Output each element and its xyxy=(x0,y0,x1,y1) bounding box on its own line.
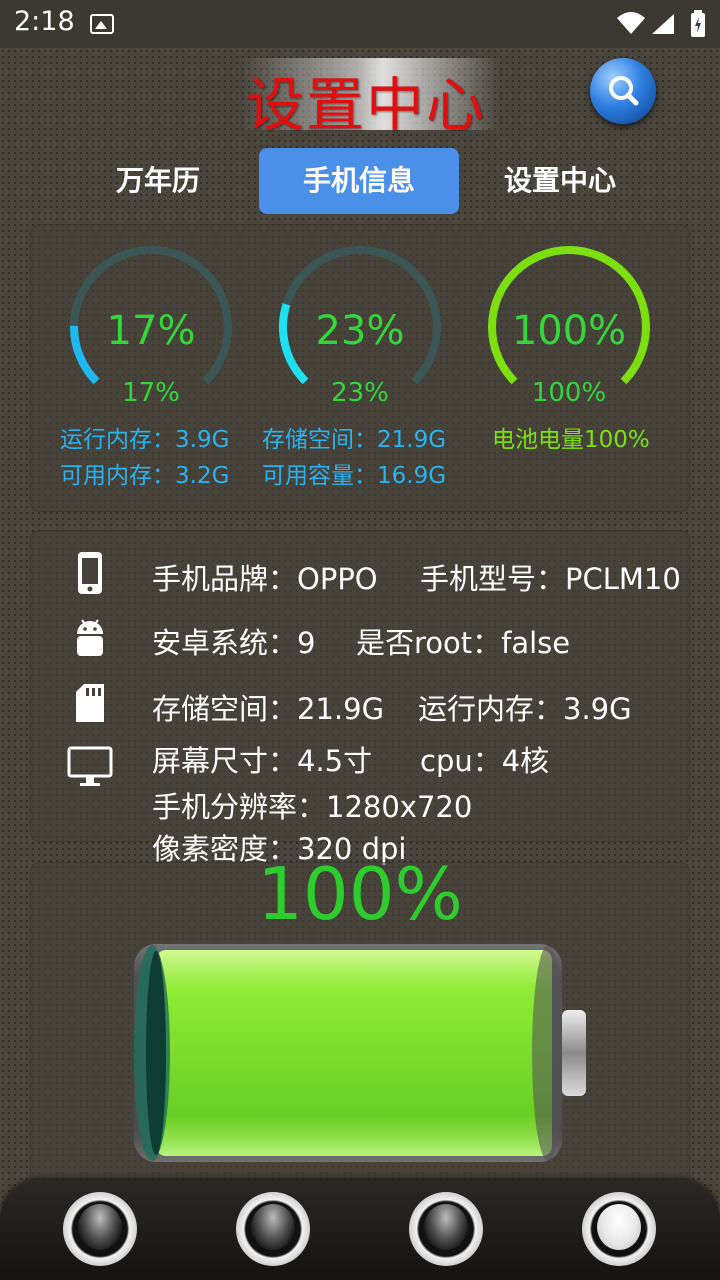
screen-size-text: 屏幕尺寸：4.5寸 xyxy=(152,744,373,778)
phone-icon xyxy=(78,552,102,594)
page-title: 设置中心 xyxy=(246,71,487,139)
storage-gauge-subpercent: 23% xyxy=(331,378,389,408)
root-status-text: 是否root：false xyxy=(356,626,571,660)
phone-brand-text: 手机品牌：OPPO xyxy=(152,562,378,596)
search-button[interactable] xyxy=(590,58,656,124)
storage-gauge-percent: 23% xyxy=(315,308,405,354)
cpu-cores-text: cpu：4核 xyxy=(420,744,550,778)
ram-total-text: 运行内存：3.9G xyxy=(60,427,230,453)
sd-card-icon xyxy=(76,684,104,722)
cell-signal-icon xyxy=(652,14,674,34)
battery-level-text: 电池电量100% xyxy=(492,427,650,453)
ram-gauge-subpercent: 17% xyxy=(122,378,180,408)
battery-gauge-subpercent: 100% xyxy=(531,378,607,408)
android-icon xyxy=(77,619,103,656)
search-icon xyxy=(609,76,639,106)
wifi-icon xyxy=(617,12,645,34)
storage-free-text: 可用容量：16.9G xyxy=(262,463,447,489)
phone-model-text: 手机型号：PCLM10 xyxy=(420,562,681,596)
tab-settings-center[interactable]: 设置中心 xyxy=(460,148,660,214)
nav-button-4-active[interactable] xyxy=(582,1192,656,1266)
android-version-text: 安卓系统：9 xyxy=(152,626,316,660)
ram-free-text: 可用内存：3.2G xyxy=(60,463,230,489)
monitor-icon xyxy=(67,746,113,786)
nav-button-3[interactable] xyxy=(409,1192,483,1266)
storage-info-text: 存储空间：21.9G xyxy=(152,692,385,726)
nav-button-1[interactable] xyxy=(63,1192,137,1266)
battery-gauge-percent: 100% xyxy=(511,308,627,354)
tab-phone-info[interactable]: 手机信息 xyxy=(259,148,459,214)
resolution-text: 手机分辨率：1280x720 xyxy=(152,790,473,824)
tab-calendar[interactable]: 万年历 xyxy=(58,148,258,214)
battery-graphic xyxy=(134,944,586,1162)
ram-gauge-percent: 17% xyxy=(106,308,196,354)
battery-percent-large: 100% xyxy=(257,852,463,936)
storage-total-text: 存储空间：21.9G xyxy=(262,427,447,453)
status-time: 2:18 xyxy=(14,6,75,37)
ram-info-text: 运行内存：3.9G xyxy=(418,692,632,726)
battery-status-icon xyxy=(691,10,705,37)
image-notification-icon xyxy=(90,14,114,34)
nav-button-2[interactable] xyxy=(236,1192,310,1266)
